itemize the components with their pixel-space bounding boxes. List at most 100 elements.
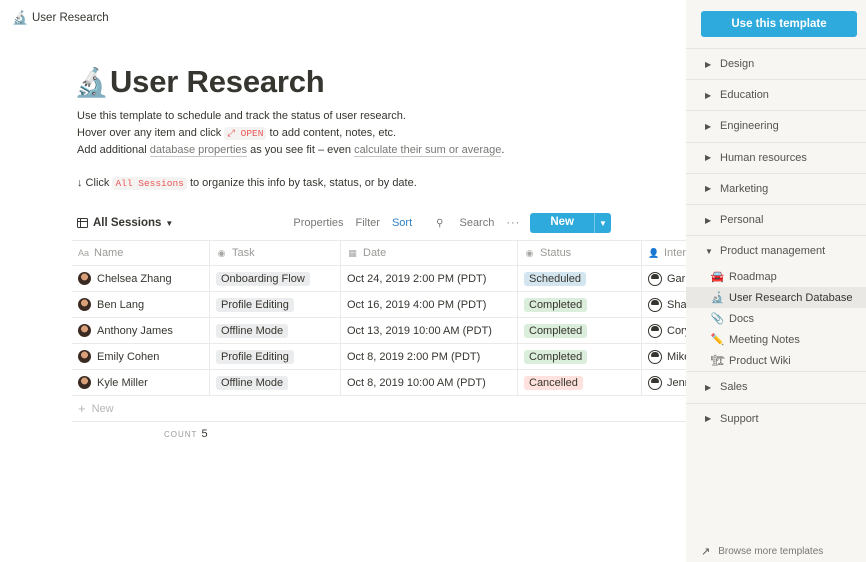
template-item[interactable]: 🚘 Roadmap [686,266,866,287]
properties-button[interactable]: Properties [293,217,343,229]
template-item[interactable]: ✏️ Meeting Notes [686,329,866,350]
status-cell[interactable]: Cancelled [518,370,642,395]
date-cell[interactable]: Oct 13, 2019 10:00 AM (PDT) [341,318,518,343]
table-row[interactable]: Kyle Miller Offline Mode Oct 8, 2019 10:00… [72,370,686,396]
template-category[interactable]: ▶ Marketing [686,172,866,204]
status-cell[interactable]: Completed [518,318,642,343]
desc-line: Use this template to schedule and track … [77,108,504,125]
column-header-interviewer[interactable]: 👤 Interviewer [642,241,686,265]
count-footer[interactable]: COUNT 5 [164,428,208,440]
template-category[interactable]: ▶ Education [686,79,866,110]
avatar [78,376,91,389]
add-row-button[interactable]: + New [72,396,686,422]
desc-hint: ↓ Click All Sessions to organize this in… [77,175,504,193]
template-item[interactable]: 🏗 Product Wiki [686,350,866,371]
desc-text: to organize this info by task, status, o… [189,176,417,189]
page-header: 🔬 User Research [74,64,325,100]
avatar [648,297,662,312]
template-category[interactable]: ▶ Design [686,48,866,79]
chevron-down-icon[interactable]: ▼ [594,213,611,233]
name-cell[interactable]: Chelsea Zhang [72,266,210,291]
template-item[interactable]: 📎 Docs [686,308,866,329]
task-cell[interactable]: Offline Mode [210,318,341,343]
avatar [78,350,91,363]
new-button[interactable]: New ▼ [530,213,611,233]
template-label: Meeting Notes [729,333,800,346]
status-cell[interactable]: Completed [518,344,642,369]
status-cell[interactable]: Scheduled [518,266,642,291]
task-cell[interactable]: Profile Editing [210,292,341,317]
table-row[interactable]: Chelsea Zhang Onboarding Flow Oct 24, 2019… [72,266,686,292]
participant-name: Ben Lang [97,298,145,311]
column-header-task[interactable]: ◉ Task [210,241,341,265]
date-value: Oct 13, 2019 10:00 AM (PDT) [347,324,492,337]
triangle-right-icon: ▶ [705,382,712,392]
template-item[interactable]: 🔬 User Research Database [686,287,866,309]
task-cell[interactable]: Profile Editing [210,344,341,369]
view-selector[interactable]: All Sessions ▼ [77,217,173,229]
table-row[interactable]: Emily Cohen Profile Editing Oct 8, 2019 2:… [72,344,686,370]
browse-more-templates-link[interactable]: ↗ Browse more templates [701,545,823,558]
template-category[interactable]: ▶ Personal [686,203,866,235]
template-category[interactable]: ▼ Product management [686,235,866,266]
column-header-date[interactable]: ▦ Date [341,241,518,265]
text-property-icon: Aa [78,248,90,258]
template-category[interactable]: ▶ Support [686,402,866,434]
table-row[interactable]: Anthony James Offline Mode Oct 13, 2019 10… [72,318,686,344]
status-badge: Completed [524,297,588,312]
category-templates: 🚘 Roadmap 🔬 User Research Database 📎 Docs ✏️ Me… [686,266,866,371]
desc-line: Hover over any item and click ⤢ OPEN to … [77,125,504,143]
desc-text: ↓ Click [77,176,110,189]
column-label: Name [94,247,124,259]
avatar [648,375,662,390]
interviewer-name: Jenn [667,376,686,389]
microscope-icon[interactable]: 🔬 [74,66,109,99]
database-properties-link[interactable]: database properties [149,144,248,157]
interviewer-cell[interactable]: Mike [642,344,686,369]
filter-button[interactable]: Filter [356,217,380,229]
name-cell[interactable]: Kyle Miller [72,370,210,395]
date-cell[interactable]: Oct 16, 2019 4:00 PM (PDT) [341,292,518,317]
status-cell[interactable]: Completed [518,292,642,317]
page-title[interactable]: User Research [110,64,325,100]
interviewer-cell[interactable]: Shawn [642,292,686,317]
breadcrumb[interactable]: User Research [32,12,109,24]
avatar [648,323,662,338]
category-label: Design [720,58,755,71]
name-cell[interactable]: Ben Lang [72,292,210,317]
template-category[interactable]: ▶ Engineering [686,110,866,141]
template-category[interactable]: ▶ Human resources [686,141,866,173]
name-cell[interactable]: Emily Cohen [72,344,210,369]
open-code-chip: ⤢ OPEN [224,126,267,140]
search-button[interactable]: ⚲ Search [424,217,494,229]
interviewer-name: Garrett [667,272,686,285]
date-value: Oct 8, 2019 10:00 AM (PDT) [347,376,486,389]
task-tag: Profile Editing [216,297,294,312]
calculate-link[interactable]: calculate their sum or average [354,144,502,157]
task-cell[interactable]: Offline Mode [210,370,341,395]
person-icon: 👤 [648,247,660,258]
search-icon: ⚲ [436,217,444,229]
main-page: 🔬 User Research 🔬 User Research Use this… [0,0,686,562]
use-template-button[interactable]: Use this template [701,11,857,37]
select-property-icon: ◉ [217,247,226,258]
interviewer-cell[interactable]: Cory [642,318,686,343]
more-options-icon[interactable]: ··· [506,217,520,229]
status-badge: Scheduled [524,271,586,286]
column-header-name[interactable]: Aa Name [72,241,210,265]
template-label: Docs [729,312,755,325]
date-cell[interactable]: Oct 8, 2019 10:00 AM (PDT) [341,370,518,395]
table-row[interactable]: Ben Lang Profile Editing Oct 16, 2019 4:00… [72,292,686,318]
triangle-right-icon: ▶ [705,215,712,225]
triangle-right-icon: ▶ [705,59,712,69]
sort-button[interactable]: Sort [392,217,412,229]
page-description: Use this template to schedule and track … [77,108,504,192]
date-cell[interactable]: Oct 8, 2019 2:00 PM (PDT) [341,344,518,369]
template-category[interactable]: ▶ Sales [686,371,866,402]
task-cell[interactable]: Onboarding Flow [210,266,341,291]
interviewer-cell[interactable]: Garrett [642,266,686,291]
interviewer-cell[interactable]: Jenn [642,370,686,395]
date-cell[interactable]: Oct 24, 2019 2:00 PM (PDT) [341,266,518,291]
column-header-status[interactable]: ◉ Status [518,241,642,265]
name-cell[interactable]: Anthony James [72,318,210,343]
